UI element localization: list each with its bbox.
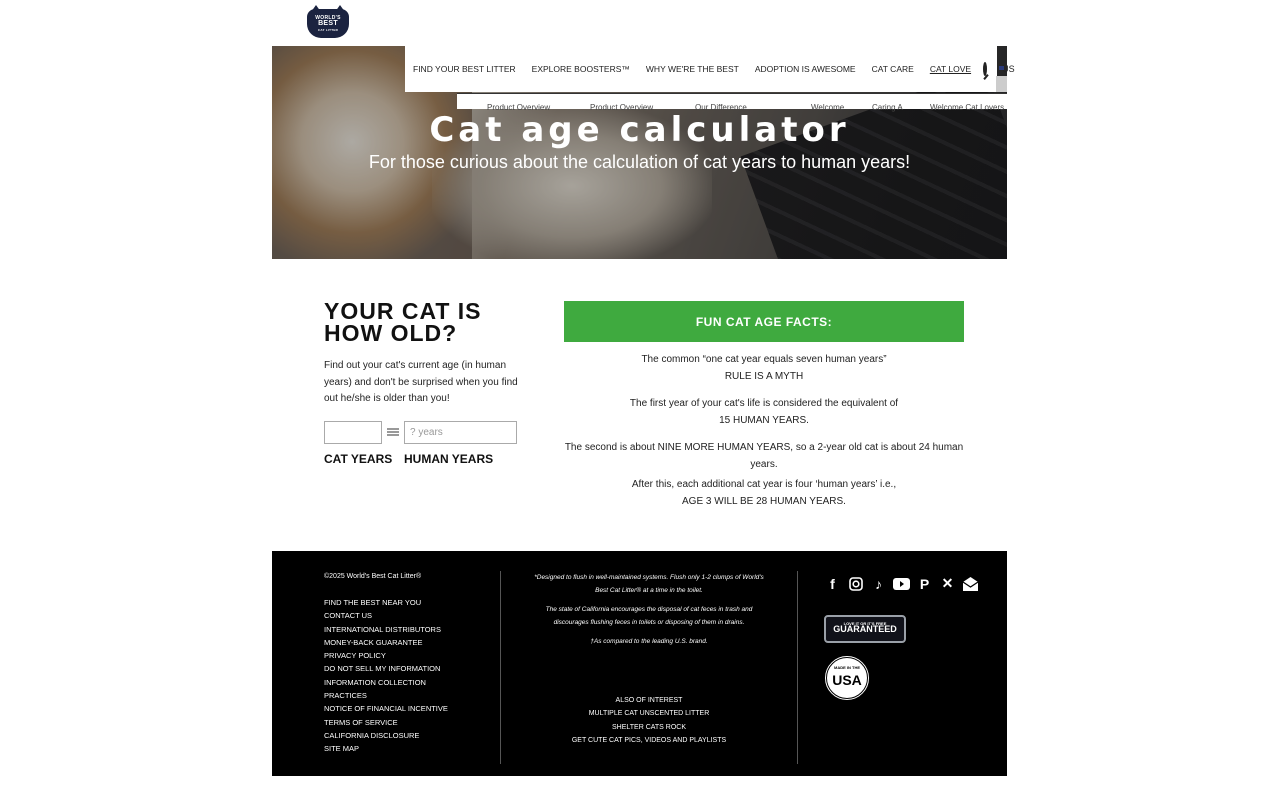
- tiktok-icon[interactable]: ♪: [870, 575, 887, 592]
- fact-item: The second is about NINE MORE HUMAN YEAR…: [554, 440, 974, 473]
- nav-explore-boosters[interactable]: EXPLORE BOOSTERS™: [532, 64, 630, 74]
- nav-adoption[interactable]: ADOPTION IS AWESOME: [755, 64, 856, 74]
- guarantee-badge: LOVE IT OR IT'S FREE GUARANTEED: [824, 615, 906, 643]
- badge-text: USA: [832, 672, 862, 688]
- brand-logo[interactable]: WORLD'S BEST CAT LITTER: [307, 5, 349, 38]
- fun-facts-panel: FUN CAT AGE FACTS: The common “one cat y…: [564, 301, 964, 510]
- fact-text: The first year of your cat's life is con…: [629, 398, 899, 409]
- footer-link[interactable]: MONEY-BACK GUARANTEE: [324, 636, 448, 649]
- logo-line3: CAT LITTER: [317, 27, 339, 32]
- subnav-item[interactable]: Product Overview: [590, 103, 653, 112]
- comparison-note: †As compared to the leading U.S. brand.: [590, 638, 708, 645]
- nav-cat-care[interactable]: CAT CARE: [872, 64, 914, 74]
- fact-text: After this, each additional cat year is …: [631, 479, 897, 490]
- footer-link[interactable]: INFORMATION COLLECTION: [324, 676, 448, 689]
- hero-title: Cat age calculator: [429, 110, 850, 150]
- nav-find-litter[interactable]: FIND YOUR BEST LITTER: [413, 64, 516, 74]
- footer-divider: [797, 571, 798, 764]
- social-links: f ♪ P ✕: [824, 575, 979, 592]
- nav-scroll-edge: [996, 76, 1007, 92]
- footer-link[interactable]: PRIVACY POLICY: [324, 649, 448, 662]
- email-icon[interactable]: [962, 575, 979, 592]
- calculator-intro: YOUR CAT IS HOW OLD? Find out your cat's…: [324, 300, 534, 408]
- made-in-usa-badge: MADE IN THE USA: [824, 655, 870, 701]
- nav-cat-love[interactable]: CAT LOVE: [930, 64, 971, 74]
- footer-link[interactable]: DO NOT SELL MY INFORMATION: [324, 662, 448, 675]
- calculator-heading: YOUR CAT IS HOW OLD?: [324, 298, 482, 346]
- hero-subtitle: For those curious about the calculation …: [368, 152, 911, 172]
- search-icon[interactable]: [983, 62, 988, 76]
- footer-link[interactable]: FIND THE BEST NEAR YOU: [324, 596, 448, 609]
- badge-small-text: MADE IN THE: [834, 665, 860, 670]
- cat-years-label: CAT YEARS: [324, 452, 393, 466]
- footer-link[interactable]: CALIFORNIA DISCLOSURE: [324, 729, 448, 742]
- footer-link[interactable]: CONTACT US: [324, 609, 448, 622]
- cat-years-input[interactable]: [324, 421, 382, 444]
- copyright: ©2025 World's Best Cat Litter®: [324, 573, 422, 580]
- fact-emphasis: NINE MORE HUMAN YEARS,: [657, 442, 794, 453]
- pinterest-icon[interactable]: P: [916, 575, 933, 592]
- instagram-icon[interactable]: [847, 575, 864, 592]
- fact-emphasis: AGE 3 WILL BE 28 HUMAN YEARS.: [682, 495, 846, 507]
- also-of-interest: ALSO OF INTEREST MULTIPLE CAT UNSCENTED …: [530, 694, 768, 747]
- footer-link[interactable]: SITE MAP: [324, 742, 448, 755]
- facts-heading: FUN CAT AGE FACTS:: [564, 301, 964, 342]
- nav-why-best[interactable]: WHY WE'RE THE BEST: [646, 64, 739, 74]
- fact-emphasis: RULE IS A MYTH: [724, 370, 804, 382]
- footer-link[interactable]: INTERNATIONAL DISTRIBUTORS: [324, 623, 448, 636]
- subnav-item[interactable]: Caring A: [872, 103, 903, 112]
- badge-small-text: LOVE IT OR IT'S FREE: [843, 621, 887, 626]
- site-footer: ©2025 World's Best Cat Litter® FIND THE …: [272, 551, 1007, 776]
- interest-heading: ALSO OF INTEREST: [615, 697, 683, 704]
- equals-icon: [387, 428, 399, 436]
- calculator-description: Find out your cat's current age (in huma…: [324, 360, 518, 404]
- subnav-item[interactable]: Welcome: [811, 103, 844, 112]
- interest-link[interactable]: SHELTER CATS ROCK: [530, 721, 768, 734]
- fact-item: After this, each additional cat year is …: [564, 477, 964, 510]
- footer-link[interactable]: NOTICE OF FINANCIAL INCENTIVE: [324, 702, 448, 715]
- subnav-item[interactable]: Welcome Cat Lovers: [930, 103, 1004, 112]
- main-nav: FIND YOUR BEST LITTER EXPLORE BOOSTERS™ …: [405, 46, 1015, 92]
- fact-text: The second is about: [564, 442, 658, 453]
- fact-text: The common “one cat year equals seven hu…: [641, 354, 887, 365]
- footer-notes: *Designed to flush in well-maintained sy…: [530, 571, 768, 654]
- x-icon[interactable]: ✕: [939, 575, 956, 592]
- footer-link[interactable]: PRACTICES: [324, 689, 448, 702]
- fact-item: The common “one cat year equals seven hu…: [564, 352, 964, 385]
- human-years-output[interactable]: ? years: [404, 421, 517, 444]
- facebook-icon[interactable]: f: [824, 575, 841, 592]
- subnav-item[interactable]: Product Overview: [487, 103, 550, 112]
- footer-links: FIND THE BEST NEAR YOU CONTACT US INTERN…: [324, 596, 448, 756]
- footer-divider: [500, 571, 501, 764]
- subnav-item[interactable]: Our Difference: [695, 103, 747, 112]
- interest-link[interactable]: MULTIPLE CAT UNSCENTED LITTER: [530, 707, 768, 720]
- youtube-icon[interactable]: [893, 575, 910, 592]
- human-years-label: HUMAN YEARS: [404, 452, 494, 466]
- mega-menu-strip: Product Overview Product Overview Our Di…: [457, 93, 1007, 112]
- california-note: The state of California encourages the d…: [545, 606, 753, 626]
- age-calculator: ? years CAT YEARS HUMAN YEARS: [324, 421, 524, 469]
- footer-link[interactable]: TERMS OF SERVICE: [324, 716, 448, 729]
- fact-emphasis: 15 HUMAN YEARS.: [719, 414, 809, 426]
- flush-note: *Designed to flush in well-maintained sy…: [534, 574, 764, 594]
- interest-link[interactable]: GET CUTE CAT PICS, VIDEOS AND PLAYLISTS: [530, 734, 768, 747]
- fact-item: The first year of your cat's life is con…: [564, 396, 964, 429]
